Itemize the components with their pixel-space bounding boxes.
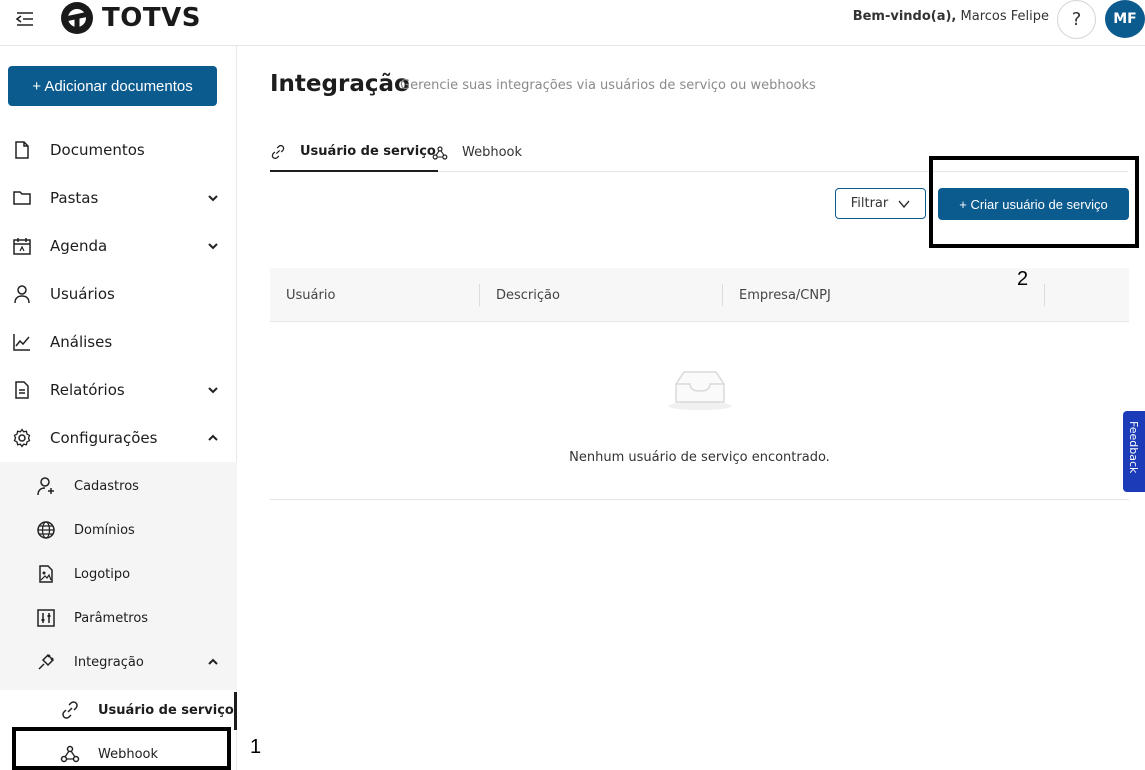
column-header-empresa[interactable]: Empresa/CNPJ <box>739 268 831 322</box>
tab-label: Webhook <box>462 145 523 160</box>
welcome-message: Bem-vindo(a), Marcos Felipe <box>853 9 1049 24</box>
sidebar-item-pastas[interactable]: Pastas <box>0 174 237 222</box>
column-divider <box>479 284 480 306</box>
annotation-box-1 <box>12 727 231 770</box>
column-header-usuario[interactable]: Usuário <box>286 268 335 322</box>
sidebar-item-cadastros[interactable]: Cadastros <box>0 464 237 508</box>
empty-inbox-icon <box>668 371 732 410</box>
sidebar-item-usuario-servico[interactable]: Usuário de serviço <box>0 688 237 732</box>
link-icon <box>62 701 78 719</box>
tab-label: Usuário de serviço <box>300 144 436 159</box>
sidebar-item-label: Parâmetros <box>74 610 149 626</box>
top-header: TOTVS Bem-vindo(a), Marcos Felipe ? MF <box>0 0 1145 46</box>
table-header: Usuário Descrição Empresa/CNPJ <box>270 268 1129 322</box>
plug-icon <box>38 653 55 670</box>
sidebar-item-label: Integração <box>74 654 144 670</box>
sidebar-item-label: Usuário de serviço <box>98 702 234 718</box>
empty-message: Nenhum usuário de serviço encontrado. <box>569 450 830 465</box>
chevron-up-icon <box>208 658 218 665</box>
sidebar-item-label: Análises <box>50 333 113 351</box>
sidebar-item-parametros[interactable]: Parâmetros <box>0 596 237 640</box>
chevron-down-icon <box>208 387 218 394</box>
link-icon <box>271 144 285 159</box>
feedback-tab[interactable]: Feedback <box>1123 411 1145 492</box>
chart-line-icon <box>13 334 30 351</box>
annotation-number-2: 2 <box>1017 268 1029 290</box>
page-subtitle: Gerencie suas integrações via usuários d… <box>400 78 816 93</box>
image-file-icon <box>39 565 53 583</box>
sidebar-item-label: Configurações <box>50 429 158 447</box>
totvs-logo[interactable]: TOTVS <box>60 1 201 35</box>
active-indicator <box>234 692 237 730</box>
filter-button[interactable]: Filtrar <box>835 188 926 219</box>
sidebar-item-relatorios[interactable]: Relatórios <box>0 366 237 414</box>
feedback-label: Feedback <box>1127 421 1140 474</box>
sidebar-item-logotipo[interactable]: Logotipo <box>0 552 237 596</box>
sidebar: + Adicionar documentos Documentos Pastas… <box>0 46 237 770</box>
chevron-down-icon <box>208 243 218 250</box>
filter-label: Filtrar <box>850 196 889 211</box>
chevron-down-icon <box>898 200 910 208</box>
sidebar-item-label: Agenda <box>50 237 108 255</box>
sidebar-item-analises[interactable]: Análises <box>0 318 237 366</box>
annotation-box-2 <box>929 156 1139 248</box>
sidebar-item-configuracoes[interactable]: Configurações <box>0 414 237 462</box>
tab-webhook[interactable]: Webhook <box>432 133 522 172</box>
sidebar-item-label: Documentos <box>50 141 145 159</box>
column-divider <box>1044 284 1045 306</box>
sidebar-item-dominios[interactable]: Domínios <box>0 508 237 552</box>
gear-icon <box>13 428 31 448</box>
report-icon <box>15 381 29 399</box>
add-documents-button[interactable]: + Adicionar documentos <box>8 66 217 106</box>
annotation-number-1: 1 <box>250 736 262 758</box>
sidebar-item-label: Logotipo <box>74 566 131 582</box>
sidebar-item-label: Cadastros <box>74 478 139 494</box>
menu-collapse-icon[interactable] <box>14 10 36 28</box>
column-divider <box>722 284 723 306</box>
column-header-descricao[interactable]: Descrição <box>496 268 560 322</box>
calendar-icon <box>13 238 31 255</box>
folder-icon <box>13 191 31 205</box>
user-add-icon <box>37 477 54 496</box>
globe-icon <box>37 521 55 539</box>
document-icon <box>15 141 29 159</box>
welcome-prefix: Bem-vindo(a), <box>852 9 957 24</box>
sidebar-item-usuarios[interactable]: Usuários <box>0 270 237 318</box>
sidebar-item-agenda[interactable]: Agenda <box>0 222 237 270</box>
help-button[interactable]: ? <box>1057 0 1096 39</box>
sidebar-item-label: Domínios <box>74 522 135 538</box>
totvs-logo-mark-icon <box>61 2 93 34</box>
chevron-up-icon <box>208 434 218 441</box>
tab-usuario-servico[interactable]: Usuário de serviço <box>270 133 438 172</box>
sidebar-item-label: Pastas <box>50 189 99 207</box>
page-title: Integração <box>270 71 410 97</box>
sidebar-item-integracao[interactable]: Integração <box>0 640 237 684</box>
sliders-icon <box>37 609 55 627</box>
sidebar-item-label: Usuários <box>50 285 115 303</box>
chevron-down-icon <box>208 195 218 202</box>
sidebar-item-label: Relatórios <box>50 381 125 399</box>
sidebar-item-documentos[interactable]: Documentos <box>0 126 237 174</box>
table-body: Nenhum usuário de serviço encontrado. <box>270 322 1129 500</box>
brand-name: TOTVS <box>102 3 201 33</box>
avatar[interactable]: MF <box>1105 0 1145 38</box>
user-icon <box>14 285 30 304</box>
webhook-icon <box>432 145 448 160</box>
user-name: Marcos Felipe <box>956 9 1050 24</box>
